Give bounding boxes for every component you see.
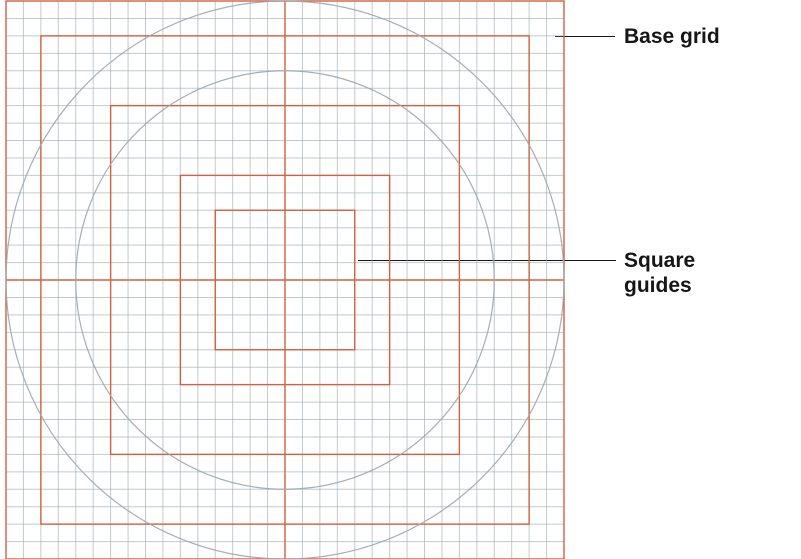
- label-square-guides: Square guides: [624, 248, 695, 298]
- grid-svg: [5, 0, 565, 559]
- grid-area: [5, 0, 565, 559]
- diagram-stage: Base grid Square guides: [0, 0, 801, 559]
- label-base-grid: Base grid: [624, 24, 720, 49]
